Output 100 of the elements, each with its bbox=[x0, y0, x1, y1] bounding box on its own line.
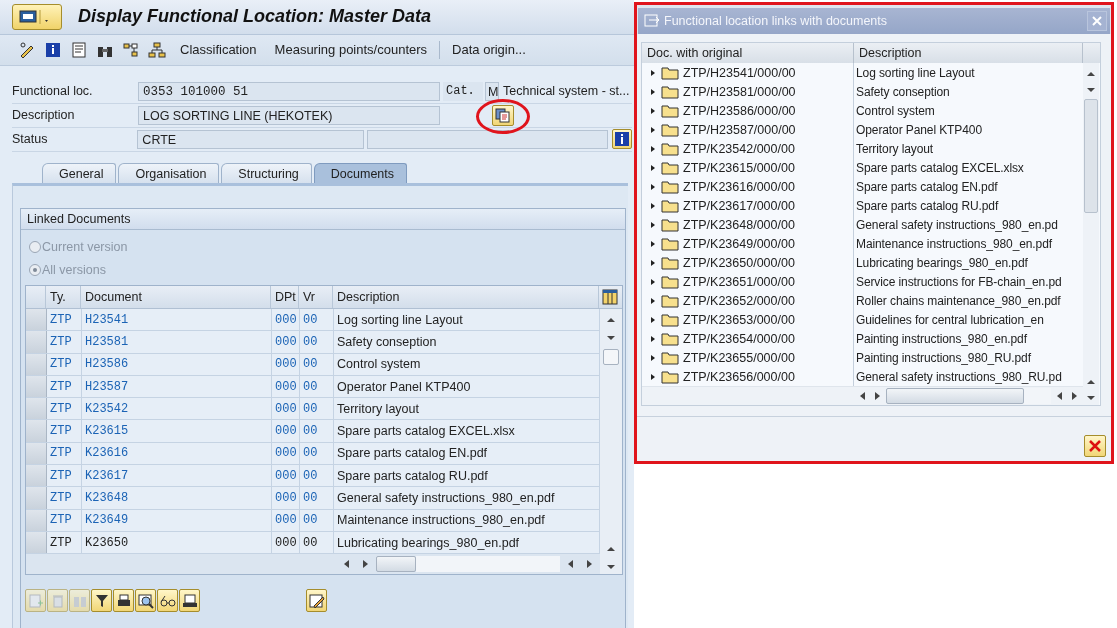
expand-arrow-icon[interactable] bbox=[649, 106, 657, 115]
table-cell[interactable]: H23586 bbox=[82, 353, 272, 375]
description-field[interactable]: LOG SORTING LINE (HEKOTEK) bbox=[138, 105, 440, 125]
table-cell[interactable]: 000 bbox=[272, 465, 300, 487]
tree-item[interactable]: ZTP/H23587/000/00 bbox=[683, 122, 796, 137]
table-cell[interactable]: ZTP bbox=[47, 398, 82, 420]
table-cell[interactable]: 000 bbox=[272, 309, 300, 331]
vertical-scrollbar[interactable] bbox=[600, 309, 622, 575]
print-button[interactable] bbox=[113, 589, 134, 613]
tree-item[interactable]: ZTP/K23615/000/00 bbox=[683, 160, 795, 175]
tree-item[interactable]: ZTP/K23648/000/00 bbox=[683, 217, 795, 232]
table-cell[interactable]: K23542 bbox=[82, 398, 272, 420]
expand-arrow-icon[interactable] bbox=[649, 163, 657, 172]
table-cell[interactable]: K23615 bbox=[82, 420, 272, 442]
tab[interactable]: Structuring bbox=[221, 163, 312, 183]
table-cell[interactable]: H23581 bbox=[82, 331, 272, 353]
expand-arrow-icon[interactable] bbox=[649, 334, 657, 343]
expand-arrow-icon[interactable] bbox=[649, 144, 657, 153]
cancel-button[interactable] bbox=[1084, 435, 1106, 457]
table-cell[interactable]: 00 bbox=[300, 331, 334, 353]
document-icon[interactable] bbox=[70, 40, 88, 59]
column-header[interactable]: Ty. bbox=[46, 286, 81, 308]
expand-arrow-icon[interactable] bbox=[649, 182, 657, 191]
toolbar-button[interactable]: Classification bbox=[174, 42, 263, 58]
info-icon[interactable] bbox=[44, 40, 62, 59]
scroll-thumb[interactable] bbox=[603, 349, 619, 365]
tree-item[interactable]: ZTP/H23541/000/00 bbox=[683, 65, 796, 80]
column-layout-icon[interactable] bbox=[602, 289, 618, 305]
table-cell[interactable]: 000 bbox=[272, 420, 300, 442]
tree-item[interactable]: ZTP/K23617/000/00 bbox=[683, 198, 795, 213]
expand-arrow-icon[interactable] bbox=[649, 87, 657, 96]
column-header[interactable]: Vr bbox=[299, 286, 333, 308]
edit-button[interactable] bbox=[306, 589, 327, 613]
column-header[interactable]: Description bbox=[333, 286, 599, 308]
table-cell[interactable]: ZTP bbox=[47, 465, 82, 487]
expand-arrow-icon[interactable] bbox=[649, 258, 657, 267]
table-cell[interactable]: 000 bbox=[272, 331, 300, 353]
info-button[interactable] bbox=[612, 129, 632, 149]
table-cell[interactable]: H23541 bbox=[82, 309, 272, 331]
tab[interactable]: Organisation bbox=[118, 163, 220, 183]
tree-item[interactable]: ZTP/K23655/000/00 bbox=[683, 350, 795, 365]
table-cell[interactable]: H23587 bbox=[82, 375, 272, 398]
table-cell[interactable]: K23649 bbox=[82, 509, 272, 531]
table-cell[interactable]: 00 bbox=[300, 353, 334, 375]
expand-arrow-icon[interactable] bbox=[649, 220, 657, 229]
tree-item[interactable]: ZTP/K23656/000/00 bbox=[683, 369, 795, 384]
table-cell[interactable]: K23616 bbox=[82, 442, 272, 465]
table-cell[interactable]: K23648 bbox=[82, 487, 272, 509]
printer-button[interactable] bbox=[179, 589, 200, 613]
pencil-icon[interactable] bbox=[18, 40, 36, 59]
tree-item[interactable]: ZTP/K23652/000/00 bbox=[683, 293, 795, 308]
glasses-button[interactable] bbox=[157, 589, 178, 613]
tree-item[interactable]: ZTP/H23581/000/00 bbox=[683, 84, 796, 99]
expand-arrow-icon[interactable] bbox=[649, 68, 657, 77]
expand-arrow-icon[interactable] bbox=[649, 296, 657, 305]
tree-item[interactable]: ZTP/K23650/000/00 bbox=[683, 255, 795, 270]
scroll-thumb[interactable] bbox=[886, 388, 1024, 404]
zoom-button[interactable] bbox=[135, 589, 156, 613]
table-cell[interactable]: ZTP bbox=[47, 331, 82, 353]
status-field[interactable]: CRTE bbox=[137, 129, 365, 149]
table-cell[interactable]: K23617 bbox=[82, 465, 272, 487]
table-cell[interactable]: 000 bbox=[272, 509, 300, 531]
table-cell[interactable]: 00 bbox=[300, 509, 334, 531]
table-cell[interactable]: ZTP bbox=[47, 309, 82, 331]
category-field[interactable]: M bbox=[485, 81, 499, 101]
filter-button[interactable] bbox=[91, 589, 112, 613]
table-cell[interactable]: 00 bbox=[300, 375, 334, 398]
table-cell[interactable]: ZTP bbox=[47, 420, 82, 442]
expand-arrow-icon[interactable] bbox=[649, 353, 657, 362]
toolbar-button[interactable]: Measuring points/counters bbox=[268, 42, 434, 58]
column-header[interactable]: DPt bbox=[271, 286, 299, 308]
table-cell[interactable]: ZTP bbox=[47, 487, 82, 509]
tree-item[interactable]: ZTP/K23653/000/00 bbox=[683, 312, 795, 327]
table-cell[interactable]: ZTP bbox=[47, 353, 82, 375]
expand-arrow-icon[interactable] bbox=[649, 239, 657, 248]
toolbar-button[interactable]: Data origin... bbox=[446, 42, 532, 58]
documents-button[interactable] bbox=[492, 104, 514, 126]
table-cell[interactable]: 00 bbox=[300, 465, 334, 487]
table-cell[interactable]: 00 bbox=[300, 487, 334, 509]
tree-item[interactable]: ZTP/H23586/000/00 bbox=[683, 103, 796, 118]
table-cell[interactable]: ZTP bbox=[47, 442, 82, 465]
status-text-field[interactable] bbox=[367, 129, 609, 149]
column-header[interactable]: Description bbox=[854, 43, 1083, 63]
tree-item[interactable]: ZTP/K23542/000/00 bbox=[683, 141, 795, 156]
expand-arrow-icon[interactable] bbox=[649, 315, 657, 324]
table-cell[interactable]: 000 bbox=[272, 487, 300, 509]
table-cell[interactable]: 00 bbox=[300, 309, 334, 331]
tree-item[interactable]: ZTP/K23616/000/00 bbox=[683, 179, 795, 194]
vertical-scrollbar[interactable] bbox=[1083, 63, 1099, 405]
table-cell[interactable]: 00 bbox=[300, 442, 334, 465]
table-cell[interactable]: ZTP bbox=[47, 509, 82, 531]
table-cell[interactable]: 000 bbox=[272, 353, 300, 375]
scroll-thumb[interactable] bbox=[376, 556, 416, 573]
table-cell[interactable]: 000 bbox=[272, 442, 300, 465]
table-cell[interactable]: 000 bbox=[272, 398, 300, 420]
expand-arrow-icon[interactable] bbox=[649, 277, 657, 286]
tree-item[interactable]: ZTP/K23651/000/00 bbox=[683, 274, 795, 289]
column-header[interactable]: Document bbox=[81, 286, 271, 308]
structure-icon[interactable] bbox=[122, 40, 140, 59]
scroll-thumb[interactable] bbox=[1084, 99, 1098, 213]
